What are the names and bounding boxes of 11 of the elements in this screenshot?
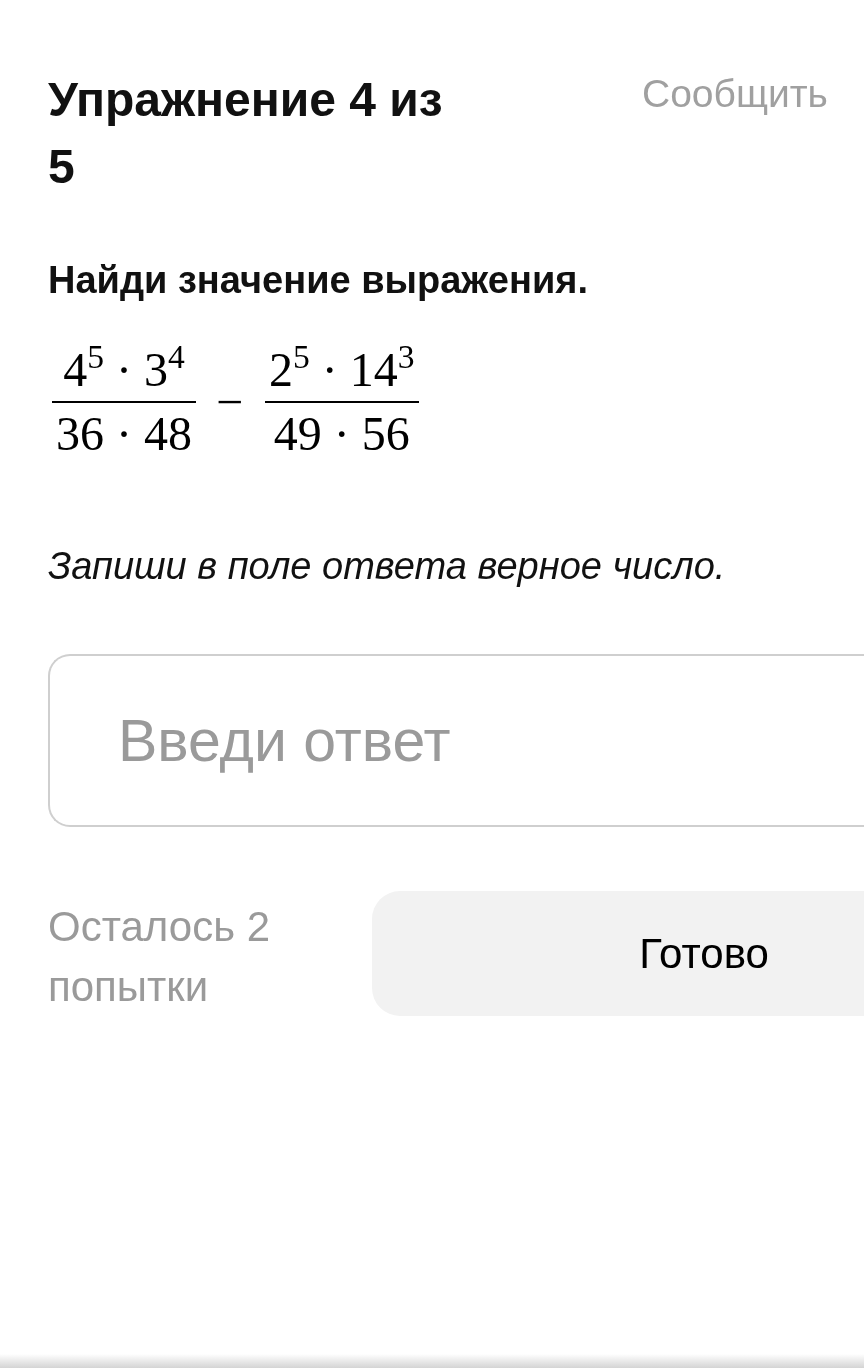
numerator: 4$^{5}$ · 3$^{4}$ <box>62 342 186 398</box>
denominator: 36 · 48 <box>55 406 193 462</box>
numerator: 2$^{5}$ · 14$^{3}$ <box>268 342 416 398</box>
answer-input[interactable]: Введи ответ <box>48 654 864 827</box>
task-instruction: Найди значение выражения. <box>48 258 589 302</box>
attempts-remaining: Осталось 2 попытки <box>48 902 272 1012</box>
done-button[interactable]: Готово <box>372 891 864 1016</box>
task-hint: Запиши в поле ответа верное число. <box>48 544 727 589</box>
minus-sign: − <box>216 382 244 422</box>
exercise-title: Упражнение 4 из 5 <box>48 72 444 195</box>
denominator: 49 · 56 <box>272 406 411 462</box>
